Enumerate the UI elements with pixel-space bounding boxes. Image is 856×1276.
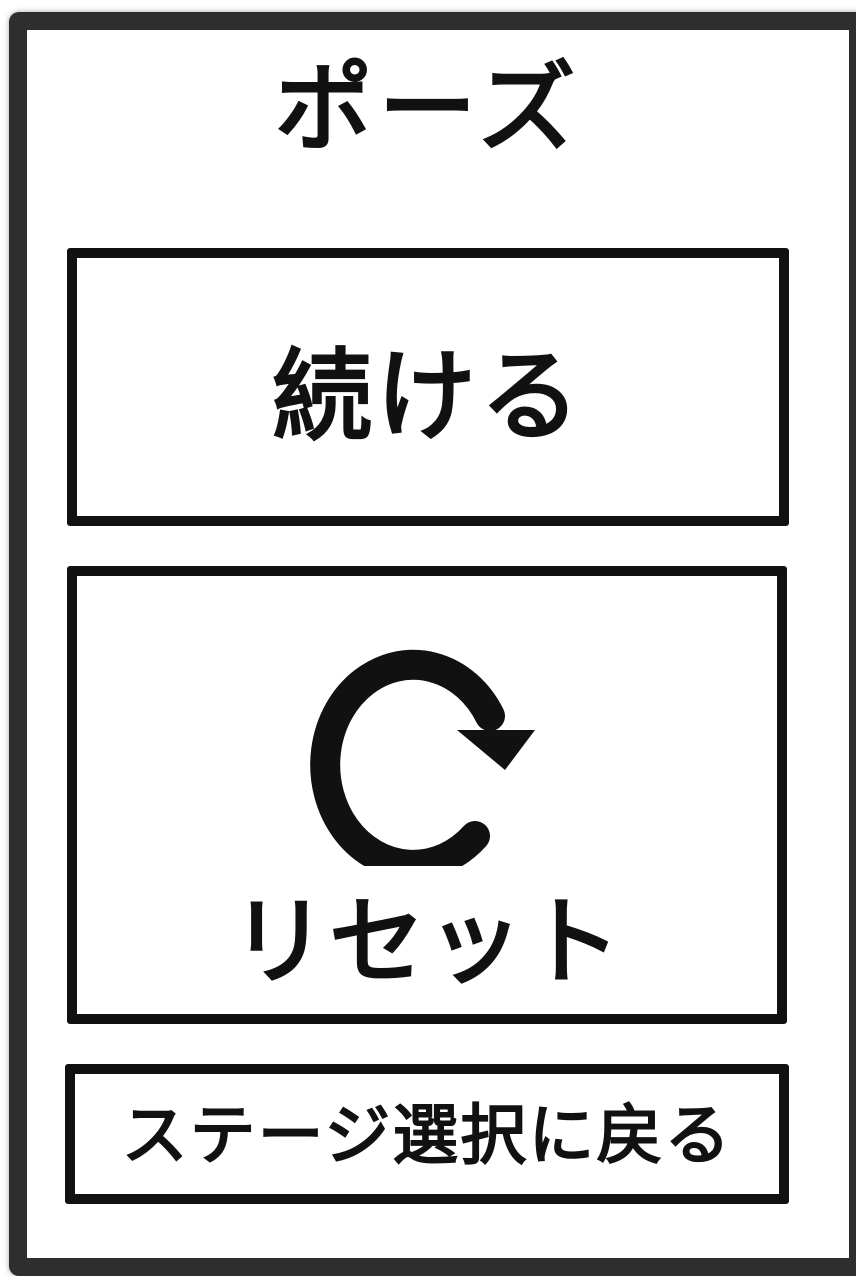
stage-select-button-label: ステージ選択に戻る <box>121 1096 733 1174</box>
reset-button[interactable]: リセット <box>67 566 787 1024</box>
refresh-icon <box>310 649 535 866</box>
continue-button[interactable]: 続ける <box>67 248 789 526</box>
stage-select-button[interactable]: ステージ選択に戻る <box>65 1064 789 1204</box>
pause-title: ポーズ <box>274 51 582 166</box>
continue-button-label: 続ける <box>272 337 584 455</box>
reset-button-label: リセット <box>231 885 623 998</box>
